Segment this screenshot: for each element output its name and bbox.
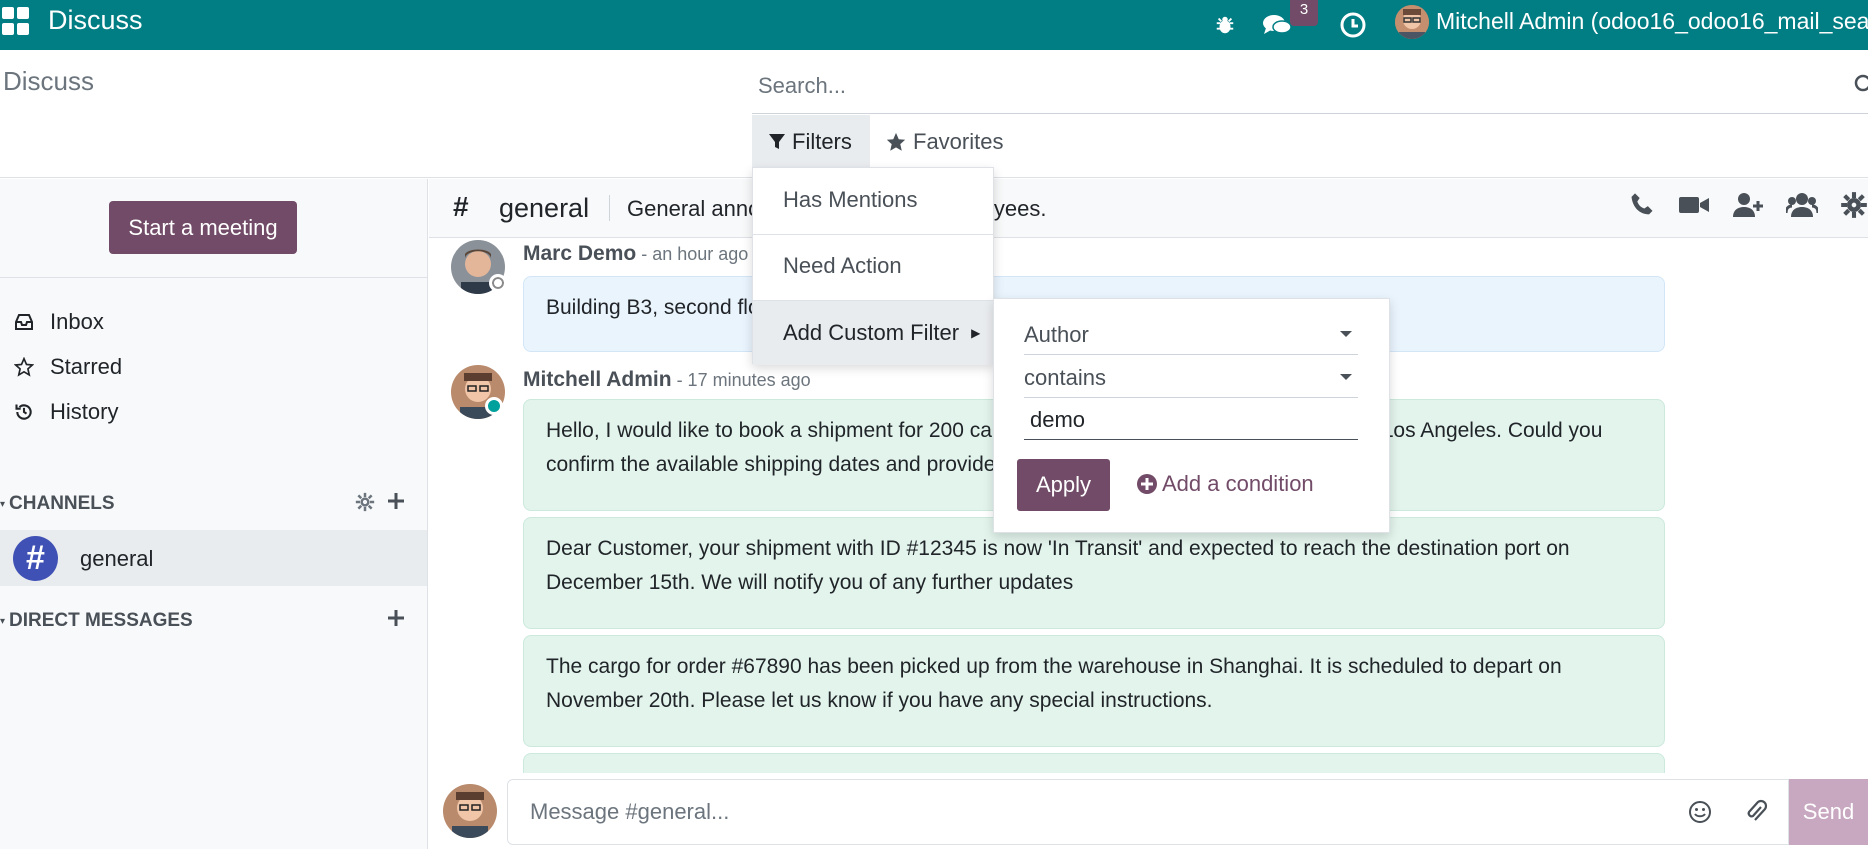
composer-avatar <box>443 784 497 838</box>
gear-icon[interactable] <box>355 492 375 512</box>
caret-right-icon: ▶ <box>971 326 981 340</box>
custom-filter-panel: Author contains demo Apply Add a conditi… <box>993 298 1390 533</box>
filter-need-action[interactable]: Need Action <box>753 234 993 298</box>
video-camera-icon[interactable] <box>1678 191 1710 219</box>
filter-icon <box>769 134 785 149</box>
filters-toggle[interactable]: Filters <box>752 115 870 169</box>
thread-name: general <box>499 193 590 223</box>
top-navbar: Discuss 3 Mitchell Admin (odoo16_odoo16_… <box>0 0 1868 50</box>
apply-button[interactable]: Apply <box>1017 459 1110 511</box>
apps-menu-icon[interactable] <box>2 7 30 35</box>
search-icon[interactable] <box>1854 74 1868 101</box>
header-separator <box>609 195 610 221</box>
sidebar-divider <box>0 277 428 278</box>
chat-icon[interactable] <box>1260 8 1294 42</box>
channels-category[interactable]: ▾ CHANNELS <box>0 493 115 515</box>
filters-dropdown: Has Mentions Need Action Add Custom Filt… <box>752 167 994 365</box>
discuss-sidebar: Start a meeting Inbox Starred History ▾ … <box>0 179 428 849</box>
direct-messages-category[interactable]: ▾ DIRECT MESSAGES <box>0 610 193 632</box>
dm-header: DIRECT MESSAGES <box>9 610 193 631</box>
thread-header: # general General announcements for all … <box>429 179 1868 238</box>
favorites-toggle[interactable]: Favorites <box>885 115 1003 169</box>
message-bubble-partial <box>523 753 1665 773</box>
channels-header: CHANNELS <box>9 493 115 514</box>
plus-circle-icon <box>1137 474 1157 494</box>
sidebar-item-inbox[interactable]: Inbox <box>14 309 104 335</box>
add-condition-label: Add a condition <box>1162 471 1314 496</box>
add-channel-icon[interactable] <box>387 492 405 510</box>
message-author[interactable]: Mitchell Admin - 17 minutes ago <box>523 368 811 392</box>
caret-down-icon: ▾ <box>0 615 6 627</box>
phone-icon[interactable] <box>1628 191 1656 219</box>
sidebar-item-label: Starred <box>50 354 123 379</box>
message-bubble: The cargo for order #67890 has been pick… <box>523 635 1665 747</box>
user-avatar[interactable] <box>1395 5 1429 39</box>
caret-down-icon: ▾ <box>0 498 6 510</box>
message-time: - 17 minutes ago <box>671 370 811 390</box>
add-dm-icon[interactable] <box>387 609 405 627</box>
emoji-icon[interactable] <box>1688 800 1712 824</box>
message-input[interactable]: Message #general... <box>507 779 1789 845</box>
filter-operator-value: contains <box>1024 364 1106 390</box>
online-status-icon <box>485 397 503 415</box>
dropdown-caret-icon <box>1340 374 1352 380</box>
filters-label: Filters <box>792 129 852 154</box>
search-input[interactable] <box>752 66 1802 106</box>
add-condition-button[interactable]: Add a condition <box>1136 471 1314 497</box>
dropdown-caret-icon <box>1340 331 1352 337</box>
thread-actions <box>1628 191 1868 219</box>
search-bar <box>752 66 1868 114</box>
breadcrumb: Discuss <box>3 66 95 96</box>
hash-icon: # <box>453 191 469 222</box>
message-placeholder: Message #general... <box>530 799 730 824</box>
chat-counter-badge: 3 <box>1290 0 1318 26</box>
filter-has-mentions[interactable]: Has Mentions <box>753 168 993 232</box>
add-user-icon[interactable] <box>1732 191 1764 219</box>
activity-clock-icon[interactable] <box>1336 8 1370 42</box>
star-filled-icon <box>886 132 906 151</box>
sidebar-item-history[interactable]: History <box>14 399 118 425</box>
start-meeting-button[interactable]: Start a meeting <box>109 201 297 254</box>
message-author[interactable]: Marc Demo - an hour ago <box>523 242 748 266</box>
star-icon <box>14 357 34 377</box>
paperclip-icon[interactable] <box>1744 799 1768 825</box>
filter-field-value: Author <box>1024 321 1089 347</box>
channel-hash-icon: # <box>13 536 58 581</box>
offline-status-icon <box>489 274 507 292</box>
settings-gear-icon[interactable] <box>1840 191 1868 219</box>
favorites-label: Favorites <box>913 129 1004 154</box>
sidebar-item-starred[interactable]: Starred <box>14 354 122 380</box>
channels-actions <box>355 492 405 512</box>
message-bubble: Dear Customer, your shipment with ID #12… <box>523 517 1665 629</box>
app-title[interactable]: Discuss <box>48 5 143 36</box>
composer: Message #general... Send <box>429 774 1868 849</box>
add-custom-filter-label: Add Custom Filter <box>783 320 960 345</box>
add-custom-filter-toggle[interactable]: Add Custom Filter ▶ <box>753 301 993 365</box>
filter-field-select[interactable]: Author <box>1024 315 1358 355</box>
sidebar-item-label: History <box>50 399 119 424</box>
user-menu-name[interactable]: Mitchell Admin (odoo16_odoo16_mail_sear <box>1436 8 1868 35</box>
inbox-icon <box>15 314 33 330</box>
history-icon <box>15 404 32 420</box>
send-button[interactable]: Send <box>1789 779 1868 845</box>
channel-name: general <box>80 546 154 571</box>
control-panel: Discuss Filters Favorites <box>0 50 1868 178</box>
sidebar-item-label: Inbox <box>50 309 104 334</box>
filter-value-input[interactable]: demo <box>1024 400 1358 440</box>
filter-operator-select[interactable]: contains <box>1024 358 1358 398</box>
dm-actions <box>387 609 405 627</box>
bug-icon[interactable] <box>1208 8 1242 42</box>
sidebar-item-general[interactable]: # general <box>0 530 427 586</box>
message-time: - an hour ago <box>636 244 749 264</box>
members-icon[interactable] <box>1786 191 1818 219</box>
